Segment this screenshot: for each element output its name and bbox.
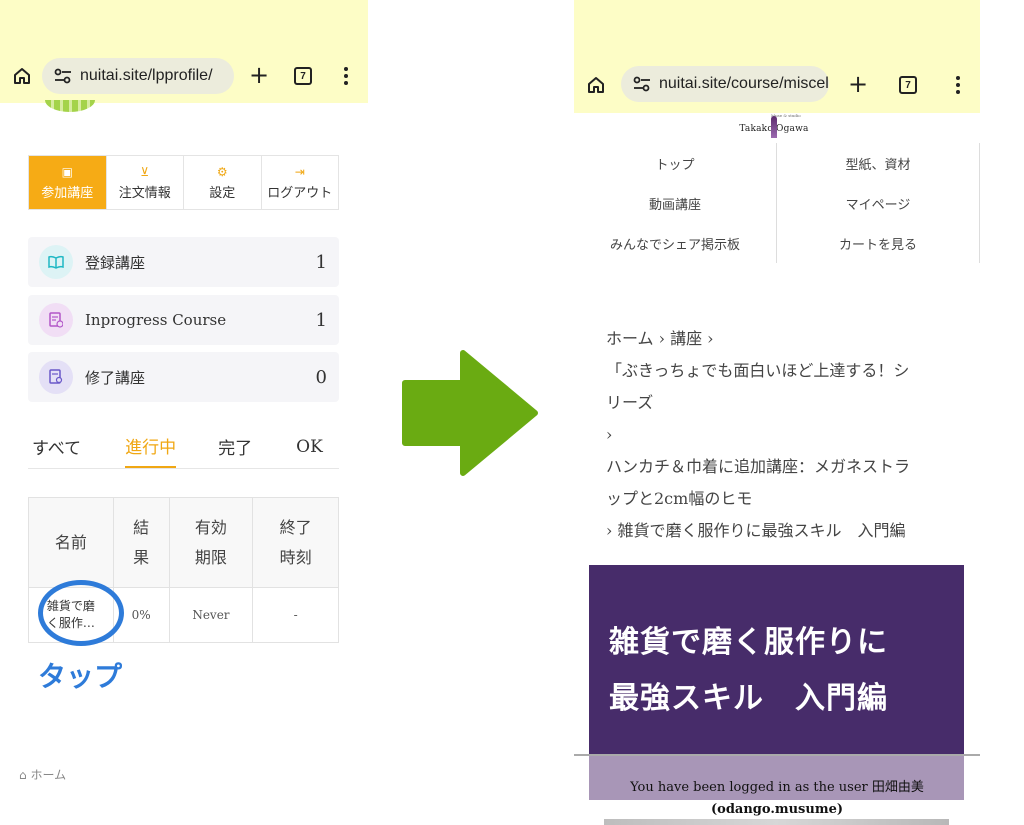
address-bar[interactable]: nuitai.site/lpprofile/ (42, 58, 234, 94)
url-text: nuitai.site/course/miscel (659, 75, 829, 92)
profile-menu: ▣ 参加講座 ⊻ 注文情報 ⚙ 設定 ⇥ ログアウト (28, 155, 339, 210)
address-bar[interactable]: nuitai.site/course/miscel (621, 66, 829, 102)
browser-toolbar: nuitai.site/course/miscel + 7 (574, 0, 980, 113)
login-notice-text: You have been logged in as the user 田畑由美 (630, 780, 924, 795)
site-nav: トップ 型紙、資材 動画講座 マイページ みんなでシェア掲示板 カートを見る (574, 143, 980, 263)
stat-in-progress[interactable]: Inprogress Course 1 (28, 295, 339, 345)
course-title-line: 雑貨で磨く服作りに (609, 625, 888, 660)
breadcrumb-line[interactable]: 「ぶきっちょでも面白いほど上達する！シ (606, 355, 956, 387)
gear-icon: ⚙ (216, 164, 228, 179)
course-hero: 雑貨で磨く服作りに 最強スキル 入門編 (589, 565, 964, 800)
course-filter-tabs: すべて 進行中 完了 OK (28, 425, 339, 469)
col-result: 結果 (112, 497, 170, 588)
nav-video-courses[interactable]: 動画講座 (574, 183, 777, 223)
filter-all[interactable]: すべて (32, 425, 81, 468)
browser-toolbar: nuitai.site/lpprofile/ + 7 (0, 0, 368, 103)
breadcrumb-home: ホーム (30, 768, 67, 782)
open-book-icon (39, 245, 73, 279)
breadcrumb-line: › 雑貨で磨く服作りに最強スキル 入門編 (606, 521, 906, 540)
tab-orders[interactable]: ⊻ 注文情報 (107, 156, 184, 209)
nav-board[interactable]: みんなでシェア掲示板 (574, 223, 777, 263)
more-menu-icon[interactable] (952, 75, 964, 95)
home-icon[interactable] (586, 75, 606, 95)
breadcrumb-line[interactable]: リーズ (606, 387, 956, 419)
tab-switcher-button[interactable]: 7 (293, 66, 313, 86)
breadcrumb: ホーム › 講座 › 「ぶきっちょでも面白いほど上達する！シ リーズ › ハンカ… (606, 323, 956, 547)
new-tab-icon[interactable]: + (248, 61, 270, 89)
filter-ok[interactable]: OK (296, 425, 323, 468)
tab-count: 7 (294, 67, 312, 85)
tab-logout[interactable]: ⇥ ログアウト (262, 156, 339, 209)
nav-cart[interactable]: カートを見る (777, 223, 980, 263)
breadcrumb-line: › (606, 425, 613, 444)
course-image (604, 819, 949, 825)
book-add-icon: ▣ (61, 164, 73, 179)
nav-patterns[interactable]: 型紙、資材 (777, 143, 980, 183)
document-badge-icon (39, 360, 73, 394)
cell-expiry: Never (168, 587, 254, 643)
tap-highlight-circle (38, 580, 124, 646)
site-settings-icon[interactable] (633, 75, 651, 93)
divider (574, 754, 980, 756)
more-menu-icon[interactable] (340, 66, 352, 86)
tab-count: 7 (899, 76, 917, 94)
col-expiry: 有効 期限 (168, 497, 254, 588)
tab-switcher-button[interactable]: 7 (898, 75, 918, 95)
url-text: nuitai.site/lpprofile/ (80, 67, 213, 84)
nav-top[interactable]: トップ (574, 143, 777, 183)
cell-end: - (252, 587, 339, 643)
nav-mypage[interactable]: マイページ (777, 183, 980, 223)
cart-icon: ⊻ (140, 164, 150, 179)
tab-settings[interactable]: ⚙ 設定 (184, 156, 262, 209)
breadcrumb-line[interactable]: ホーム › 講座 › (606, 323, 956, 355)
stat-count: 0 (315, 366, 327, 388)
tab-label: ログアウト (267, 185, 333, 201)
right-screenshot: nuitai.site/course/miscel + 7 Muse & stu… (574, 0, 980, 825)
breadcrumb[interactable]: ⌂ ホーム (19, 766, 66, 783)
login-notice: You have been logged in as the user 田畑由美… (574, 777, 980, 821)
mannequin-icon (771, 116, 777, 138)
site-settings-icon[interactable] (54, 67, 72, 85)
stat-label: 修了講座 (85, 368, 146, 387)
home-icon: ⌂ (19, 768, 27, 782)
site-logo[interactable]: Muse & studio Takako Ogawa (738, 113, 810, 143)
stat-count: 1 (315, 309, 327, 331)
login-notice-user: (odango.musume) (711, 802, 843, 817)
stat-enrolled[interactable]: 登録講座 1 (28, 237, 339, 287)
course-title-line: 最強スキル 入門編 (609, 681, 888, 716)
filter-in-progress[interactable]: 進行中 (125, 425, 177, 468)
new-tab-icon[interactable]: + (847, 70, 869, 98)
stat-count: 1 (315, 251, 327, 273)
breadcrumb-line[interactable]: ップと2cm幅のヒモ (606, 483, 956, 515)
col-end-time: 終了 時刻 (252, 497, 339, 588)
filter-completed[interactable]: 完了 (218, 425, 252, 468)
tap-annotation: タップ (38, 660, 123, 693)
home-icon[interactable] (12, 66, 32, 86)
logout-icon: ⇥ (294, 164, 305, 179)
site-logo (45, 100, 95, 112)
tab-label: 注文情報 (118, 185, 171, 201)
tab-label: 設定 (209, 185, 236, 201)
tab-enrolled-courses[interactable]: ▣ 参加講座 (29, 156, 107, 209)
table-header: 名前 結果 有効 期限 終了 時刻 (28, 497, 339, 588)
next-step-arrow-icon (402, 350, 538, 476)
stat-completed[interactable]: 修了講座 0 (28, 352, 339, 402)
breadcrumb-line[interactable]: ハンカチ＆巾着に追加講座：メガネストラ (606, 451, 956, 483)
stat-label: 登録講座 (85, 253, 146, 272)
col-name: 名前 (28, 497, 114, 588)
document-clock-icon (39, 303, 73, 337)
stat-label: Inprogress Course (85, 311, 227, 329)
left-screenshot: nuitai.site/lpprofile/ + 7 ▣ 参加講座 ⊻ 注文情報… (0, 0, 370, 825)
course-title: 雑貨で磨く服作りに 最強スキル 入門編 (609, 615, 888, 727)
tab-label: 参加講座 (41, 185, 94, 201)
